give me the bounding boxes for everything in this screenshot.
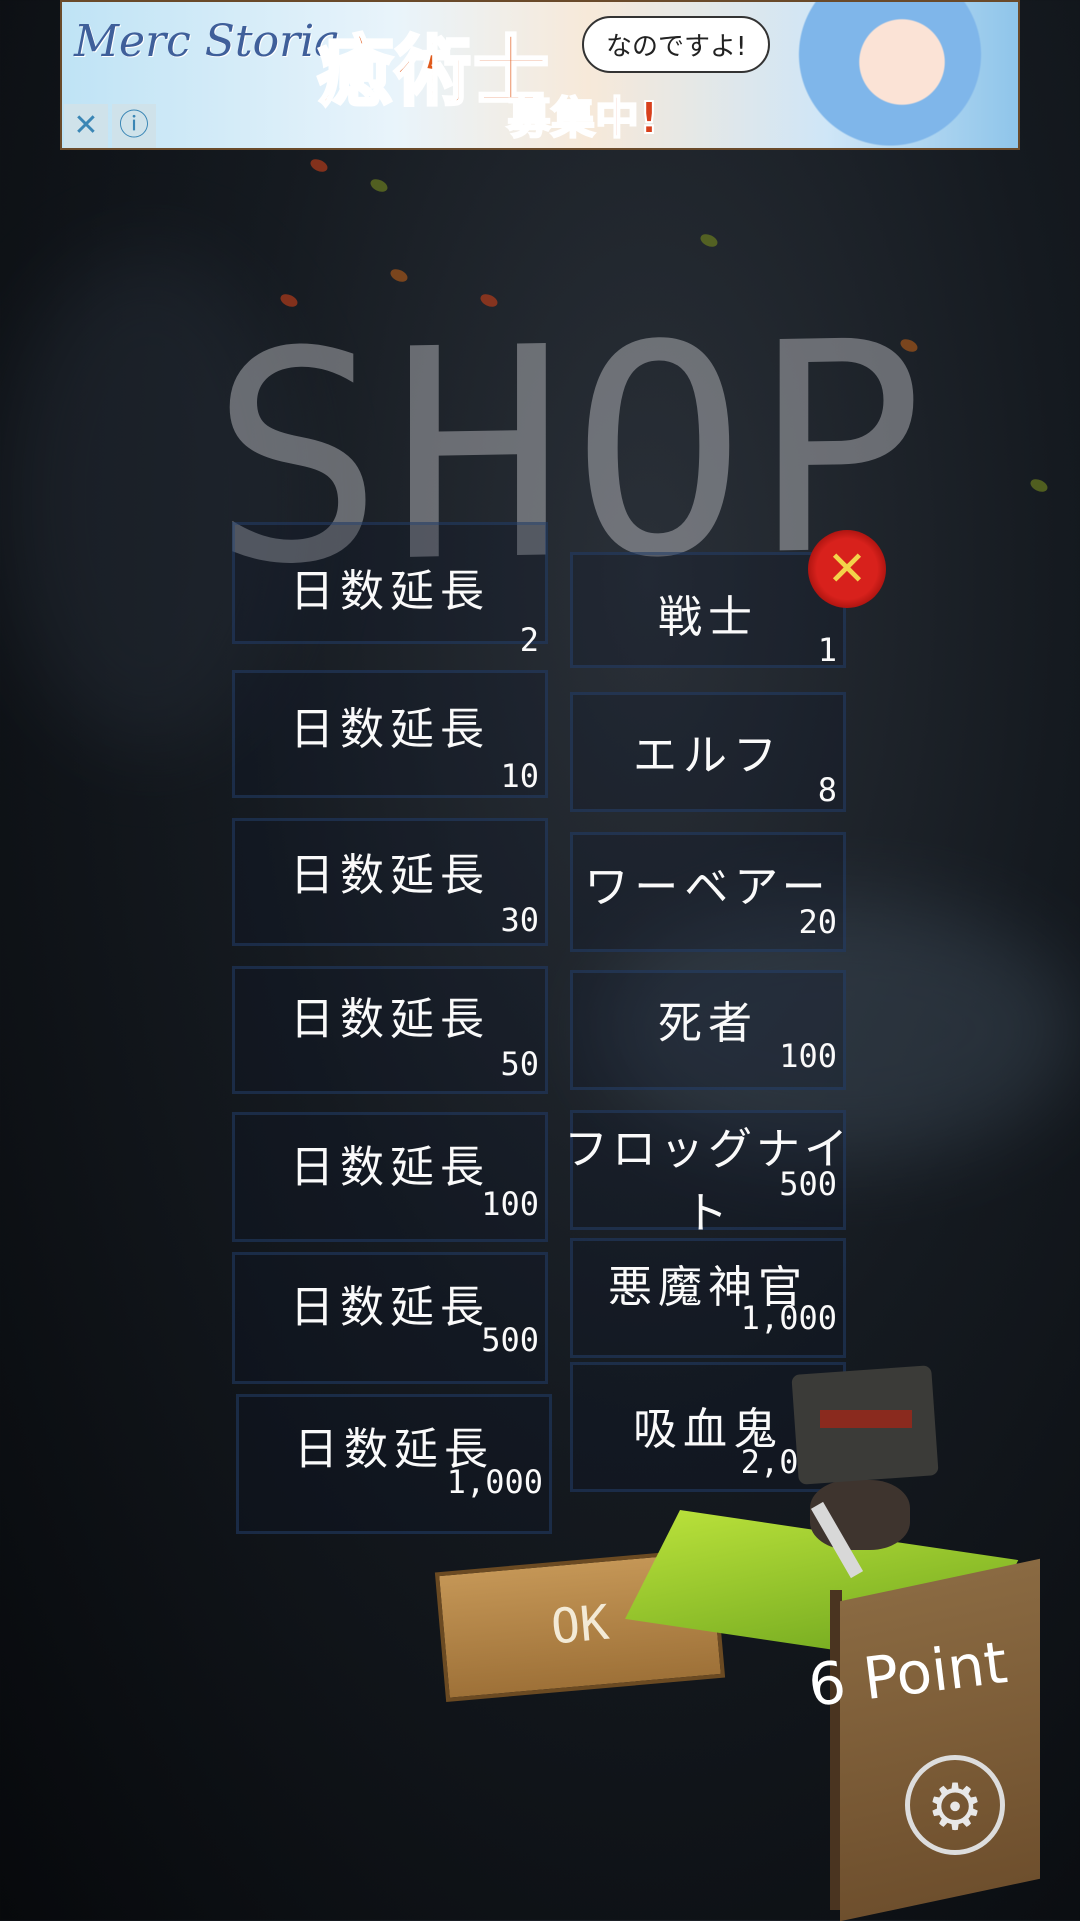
- falling-leaf: [1028, 476, 1050, 495]
- close-icon[interactable]: ✕: [808, 530, 886, 608]
- ad-speech-bubble: なのですよ!: [582, 16, 771, 73]
- item-label: エルフ: [633, 730, 783, 781]
- shop-item-character[interactable]: エルフ 8: [570, 692, 846, 812]
- item-price: 100: [481, 1185, 539, 1223]
- ad-banner[interactable]: Merc Storia 癒術士 募集中! なのですよ! ✕ ⓘ: [60, 0, 1020, 150]
- shop-item-extend-days[interactable]: 日数延長 30: [232, 818, 548, 946]
- shop-item-extend-days[interactable]: 日数延長 50: [232, 966, 548, 1094]
- shop-item-character[interactable]: 悪魔神官 1,000: [570, 1238, 846, 1358]
- shop-item-character[interactable]: ワーベアー 20: [570, 832, 846, 952]
- gear-icon[interactable]: ⚙: [905, 1755, 1005, 1855]
- item-label: 日数延長: [290, 850, 490, 901]
- item-price: 500: [481, 1321, 539, 1359]
- item-label: 戦士: [658, 592, 758, 643]
- falling-leaf: [698, 231, 720, 250]
- item-price: 20: [798, 903, 837, 941]
- item-label: 日数延長: [290, 994, 490, 1045]
- item-price: 100: [779, 1037, 837, 1075]
- item-price: 10: [500, 757, 539, 795]
- item-label: 日数延長: [290, 704, 490, 755]
- grass-block-side: [840, 1558, 1040, 1921]
- ad-character-image: [782, 2, 1018, 148]
- item-price: 1,000: [740, 1299, 837, 1337]
- shop-item-extend-days[interactable]: 日数延長 2: [232, 522, 548, 659]
- item-price: 500: [779, 1165, 837, 1203]
- item-price: 8: [817, 771, 837, 809]
- shop-item-character[interactable]: 死者 100: [570, 970, 846, 1090]
- falling-leaf: [308, 156, 330, 175]
- falling-leaf: [388, 266, 410, 285]
- ad-close-icon[interactable]: ✕: [64, 104, 108, 148]
- shop-item-extend-days[interactable]: 日数延長 10: [232, 670, 548, 798]
- item-price: 30: [500, 901, 539, 939]
- item-price: 50: [500, 1045, 539, 1083]
- shop-item-extend-days[interactable]: 日数延長 1,000: [236, 1394, 552, 1534]
- item-price: 2: [519, 621, 539, 659]
- item-price: 1: [817, 631, 837, 669]
- shop-item-extend-days[interactable]: 日数延長 500: [232, 1252, 548, 1384]
- ad-subheadline: 募集中!: [506, 92, 660, 145]
- shop-item-extend-days[interactable]: 日数延長 100: [232, 1112, 548, 1242]
- falling-leaf: [368, 176, 390, 195]
- shop-item-character[interactable]: フロッグナイト 500: [564, 1110, 848, 1239]
- shop-item-character[interactable]: 戦士 1: [570, 552, 846, 669]
- ad-logo: Merc Storia: [74, 16, 341, 67]
- item-price: 1,000: [446, 1463, 543, 1501]
- ad-info-icon[interactable]: ⓘ: [112, 104, 156, 148]
- item-label: 日数延長: [290, 566, 490, 617]
- knight-visor: [820, 1410, 912, 1428]
